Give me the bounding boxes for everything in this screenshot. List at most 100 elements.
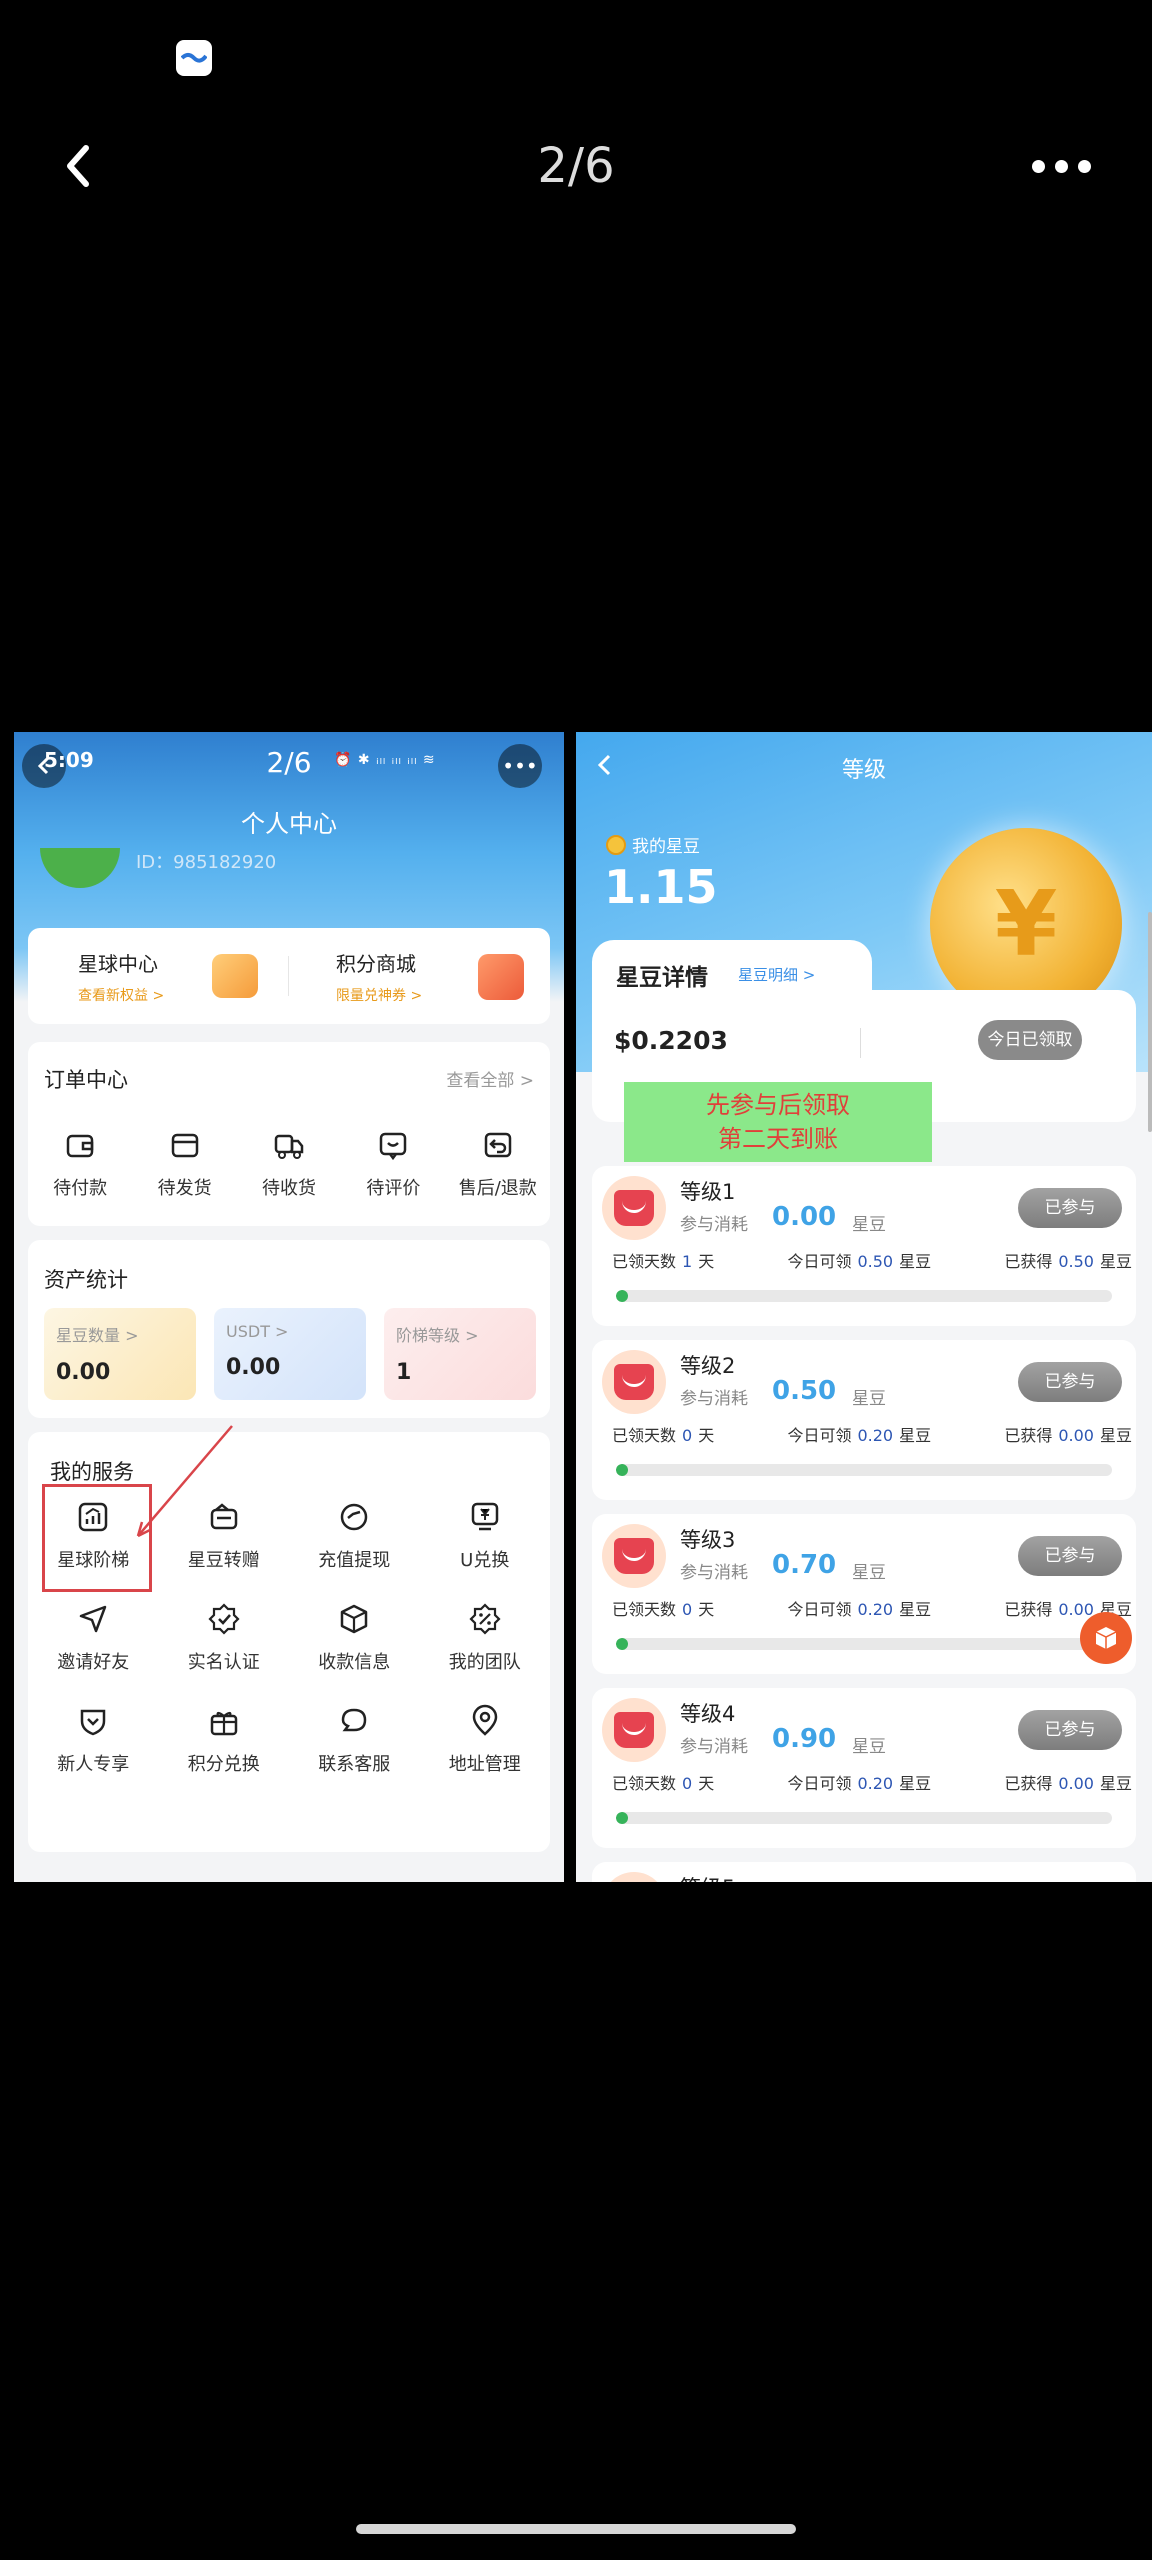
got-label: 已获得 <box>1004 1774 1053 1793</box>
service-address[interactable]: 地址管理 <box>420 1704 551 1776</box>
order-refund[interactable]: 售后/退款 <box>448 1128 548 1200</box>
store-icon <box>478 954 524 1000</box>
scrollbar[interactable] <box>1148 912 1152 1132</box>
box-icon <box>341 1604 368 1634</box>
annotation-highlight-box <box>42 1484 152 1592</box>
level-name: 等级3 <box>680 1528 736 1552</box>
joined-button[interactable]: 已参与 <box>1018 1710 1122 1750</box>
annotation-note: 先参与后领取 第二天到账 <box>624 1082 932 1162</box>
view-all-link[interactable]: 查看全部 > <box>446 1066 534 1091</box>
more-icon[interactable] <box>1032 150 1102 182</box>
service-recharge[interactable]: 充值提现 <box>289 1500 420 1572</box>
level-progress-bar <box>616 1812 1112 1824</box>
service-label: 联系客服 <box>318 1754 391 1775</box>
page-title: 个人中心 <box>241 810 337 838</box>
section-title: 资产统计 <box>44 1268 128 1292</box>
asset-usdt[interactable]: USDT > 0.00 <box>214 1308 366 1400</box>
service-newcomer[interactable]: 新人专享 <box>28 1704 159 1776</box>
star-center-entry[interactable]: 星球中心 查看新权益 > <box>78 948 164 1005</box>
promo-title: 积分商城 <box>336 952 416 976</box>
days-label: 已领天数 <box>612 1426 677 1445</box>
order-label: 待付款 <box>53 1178 108 1199</box>
promo-title: 星球中心 <box>78 952 158 976</box>
service-label: U兑换 <box>460 1550 510 1571</box>
detail-title: 星豆详情 <box>616 965 708 991</box>
got-unit: 星豆 <box>1099 1774 1132 1793</box>
asset-value: 1 <box>396 1360 412 1385</box>
floating-cube-button[interactable] <box>1080 1612 1132 1664</box>
got-label: 已获得 <box>1004 1600 1053 1619</box>
divider <box>288 956 289 996</box>
level-progress-bar <box>616 1464 1112 1476</box>
claimed-today-button[interactable]: 今日已领取 <box>978 1020 1082 1060</box>
bean-details-link[interactable]: 星豆明细 > <box>738 964 815 985</box>
cost-unit: 星豆 <box>852 1215 886 1235</box>
got-value: 0.50 <box>1058 1252 1094 1271</box>
asset-name: USDT > <box>226 1322 289 1341</box>
joined-button[interactable]: 已参与 <box>1018 1188 1122 1228</box>
crown-icon <box>212 954 258 998</box>
progress-fill <box>616 1638 628 1650</box>
cost-value: 0.70 <box>772 1550 837 1580</box>
asset-star-beans[interactable]: 星豆数量 > 0.00 <box>44 1308 196 1400</box>
got-value: 0.00 <box>1058 1600 1094 1619</box>
asset-name: 阶梯等级 > <box>396 1326 479 1345</box>
service-payment-info[interactable]: 收款信息 <box>289 1602 420 1674</box>
cost-value: 0.90 <box>772 1724 837 1754</box>
page-title: 等级 <box>841 758 886 783</box>
app-badge-icon <box>176 40 212 76</box>
gift-bag-icon <box>602 1350 666 1414</box>
service-verify[interactable]: 实名认证 <box>159 1602 290 1674</box>
note-line: 第二天到账 <box>718 1125 838 1153</box>
order-label: 待收货 <box>261 1178 316 1199</box>
service-label: 收款信息 <box>318 1652 391 1673</box>
days-value: 0 <box>682 1426 693 1445</box>
service-my-team[interactable]: 我的团队 <box>420 1602 551 1674</box>
joined-button[interactable]: 已参与 <box>1018 1362 1122 1402</box>
got-unit: 星豆 <box>1099 1252 1132 1271</box>
joined-button[interactable]: 已参与 <box>1018 1536 1122 1576</box>
order-pending-receive[interactable]: 待收货 <box>239 1128 339 1200</box>
back-icon[interactable] <box>56 136 104 196</box>
progress-fill <box>616 1812 628 1824</box>
asset-stats-card: 资产统计 星豆数量 > 0.00 USDT > 0.00 阶梯等级 > 1 <box>28 1240 550 1418</box>
home-indicator[interactable] <box>356 2524 796 2534</box>
service-support[interactable]: 联系客服 <box>289 1704 420 1776</box>
cube-icon <box>1095 1627 1117 1649</box>
level-card: 等级2 参与消耗 0.50 星豆 已参与 已领天数 0 天 今日可领 0.20 星豆 已… <box>592 1340 1136 1500</box>
gift-bag-icon <box>602 1872 666 1882</box>
service-label: 积分兑换 <box>187 1754 260 1775</box>
level-progress-bar <box>616 1638 1112 1650</box>
got-value: 0.00 <box>1058 1774 1094 1793</box>
chat-icon <box>341 1708 367 1732</box>
asset-ladder-level[interactable]: 阶梯等级 > 1 <box>384 1308 536 1400</box>
image-counter: 2/6 <box>266 746 312 779</box>
more-icon[interactable]: ••• <box>498 744 542 788</box>
days-unit: 天 <box>698 1426 715 1445</box>
status-icons: ⏰ ✱ ᵢₗₗ ᵢₗₗ ᵢₗₗ ≋ <box>334 752 436 768</box>
today-label: 今日可领 <box>787 1600 852 1619</box>
service-invite[interactable]: 邀请好友 <box>28 1602 159 1674</box>
service-points-exchange[interactable]: 积分兑换 <box>159 1704 290 1776</box>
status-time: 5:09 <box>44 748 94 772</box>
level-progress-bar <box>616 1290 1112 1302</box>
cost-label: 参与消耗 <box>680 1215 748 1235</box>
comment-icon <box>380 1132 407 1161</box>
today-value: 0.50 <box>857 1252 894 1271</box>
asset-value: 0.00 <box>226 1355 281 1380</box>
service-u-exchange[interactable]: U兑换 <box>420 1500 551 1572</box>
bean-balance: 1.15 <box>604 860 718 914</box>
order-pending-ship[interactable]: 待发货 <box>135 1128 235 1200</box>
divider <box>860 1028 861 1058</box>
user-id: ID：985182920 <box>136 852 277 873</box>
got-label: 已获得 <box>1004 1426 1053 1445</box>
days-value: 1 <box>682 1252 693 1271</box>
cost-value: 0.50 <box>772 1376 837 1406</box>
today-label: 今日可领 <box>787 1774 852 1793</box>
level-name: 等级2 <box>680 1354 736 1378</box>
service-label: 实名认证 <box>187 1652 260 1673</box>
order-pending-payment[interactable]: 待付款 <box>30 1128 130 1200</box>
points-mall-entry[interactable]: 积分商城 限量兑神券 > <box>336 948 422 1005</box>
order-pending-review[interactable]: 待评价 <box>343 1128 443 1200</box>
service-label: 地址管理 <box>448 1754 521 1775</box>
